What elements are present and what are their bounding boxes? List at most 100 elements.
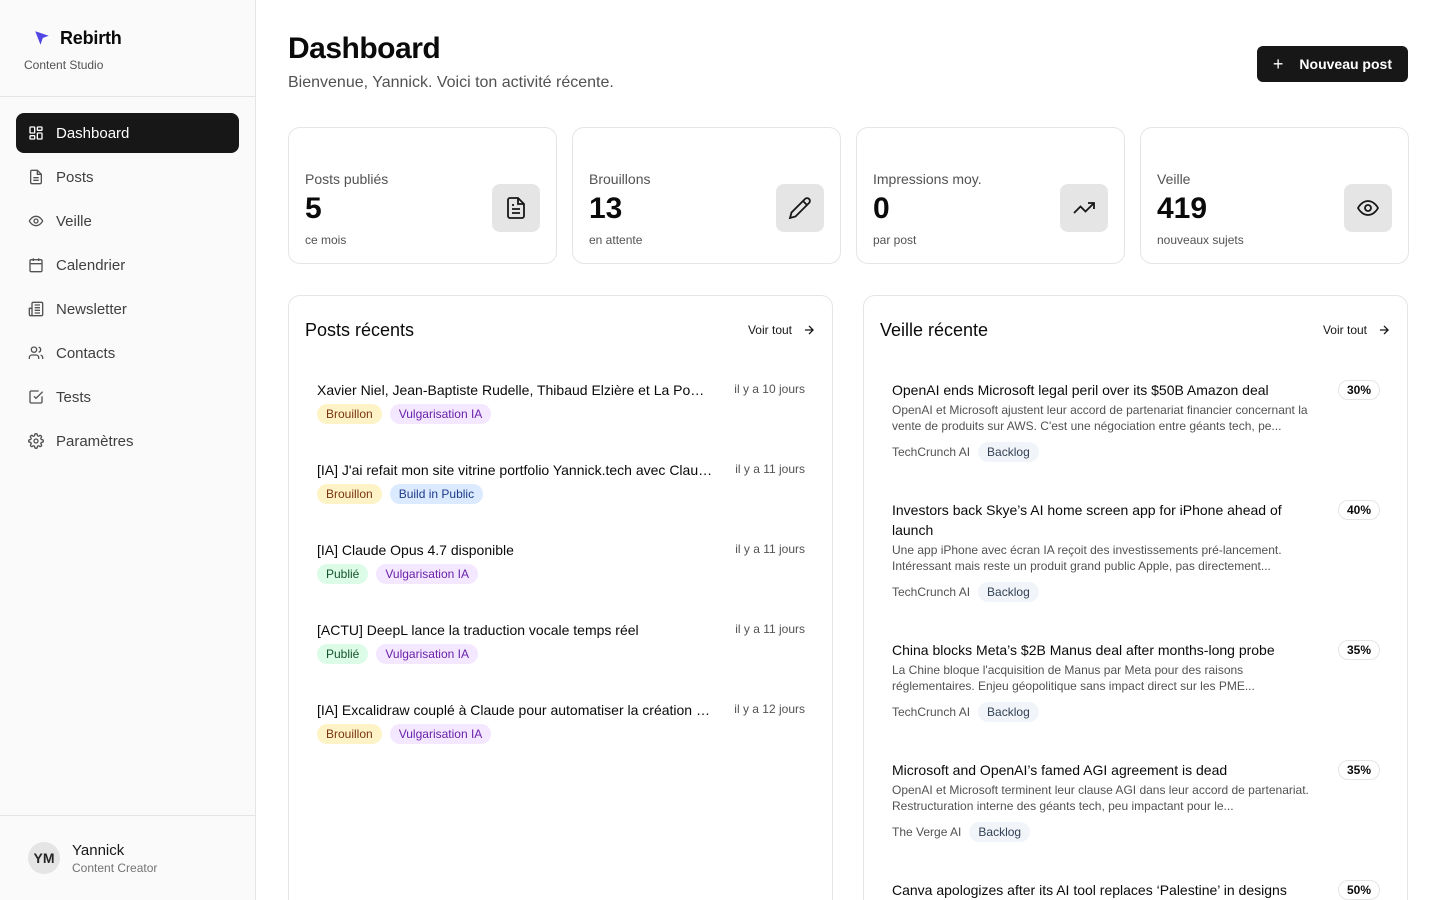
sidebar-item-label: Contacts bbox=[56, 344, 116, 362]
status-badge: Brouillon bbox=[317, 724, 382, 744]
sidebar-item-label: Calendrier bbox=[56, 256, 126, 274]
post-time: il y a 12 jours bbox=[734, 702, 805, 716]
arrow-right-icon bbox=[1379, 325, 1389, 335]
status-badge: Backlog bbox=[978, 442, 1039, 462]
new-post-label: Nouveau post bbox=[1299, 56, 1392, 72]
brand-name[interactable]: Rebirth bbox=[60, 28, 122, 49]
watch-title: Canva apologizes after its AI tool repla… bbox=[892, 882, 1287, 898]
page-title: Dashboard bbox=[288, 32, 441, 65]
watch-item[interactable]: OpenAI ends Microsoft legal peril over i… bbox=[892, 380, 1380, 462]
checkbox-icon bbox=[28, 389, 44, 405]
status-badge: Backlog bbox=[978, 582, 1039, 602]
sidebar-item-veille[interactable]: Veille bbox=[16, 201, 239, 241]
stat-value: 419 bbox=[1157, 192, 1208, 225]
stat-label: Brouillons bbox=[589, 171, 651, 187]
see-all-label: Voir tout bbox=[1322, 323, 1367, 337]
stat-card-veille: Veille 419 nouveaux sujets bbox=[1140, 127, 1409, 264]
watch-source: TechCrunch AI bbox=[892, 705, 971, 719]
stat-hint: ce mois bbox=[305, 233, 347, 247]
post-title: [ACTU] DeepL lance la traduction vocale … bbox=[317, 622, 639, 638]
watch-item[interactable]: Investors back Skye’s AI home screen app… bbox=[892, 500, 1380, 602]
stat-value: 13 bbox=[589, 192, 623, 225]
watch-source: The Verge AI bbox=[892, 825, 962, 839]
category-badge: Vulgarisation IA bbox=[376, 564, 478, 584]
post-time: il y a 11 jours bbox=[735, 542, 805, 556]
list-item[interactable]: [IA] Excalidraw couplé à Claude pour aut… bbox=[317, 700, 805, 760]
user-name: Yannick bbox=[72, 841, 125, 859]
page-subtitle: Bienvenue, Yannick. Voici ton activité r… bbox=[288, 74, 614, 91]
watch-item[interactable]: China blocks Meta’s $2B Manus deal after… bbox=[892, 640, 1380, 722]
brand: Rebirth Content Studio bbox=[0, 0, 255, 97]
pencil-icon bbox=[776, 184, 824, 232]
users-icon bbox=[28, 345, 44, 361]
panel-title: Posts récents bbox=[305, 319, 415, 340]
relevance-score-badge: 50% bbox=[1337, 880, 1380, 900]
plus-icon: + bbox=[1272, 54, 1284, 74]
sidebar-item-label: Veille bbox=[56, 212, 92, 230]
sidebar-item-dashboard[interactable]: Dashboard bbox=[16, 113, 239, 153]
stat-label: Veille bbox=[1157, 171, 1191, 187]
watch-description: OpenAI et Microsoft terminent leur claus… bbox=[892, 783, 1309, 813]
document-icon bbox=[28, 169, 44, 185]
sidebar-item-newsletter[interactable]: Newsletter bbox=[16, 289, 239, 329]
list-item[interactable]: [IA] J'ai refait mon site vitrine portfo… bbox=[317, 460, 805, 520]
stat-label: Impressions moy. bbox=[873, 171, 982, 187]
stat-card-published: Posts publiés 5 ce mois bbox=[288, 127, 557, 264]
relevance-score-badge: 35% bbox=[1337, 760, 1380, 780]
sidebar-nav: Dashboard Posts Veille Calendrier Newsle… bbox=[0, 97, 255, 461]
eye-icon bbox=[28, 213, 44, 229]
post-title: [IA] J'ai refait mon site vitrine portfo… bbox=[317, 462, 717, 478]
sidebar-item-parametres[interactable]: Paramètres bbox=[16, 421, 239, 461]
brand-subtitle: Content Studio bbox=[24, 58, 104, 72]
avatar: YM bbox=[28, 842, 60, 874]
sidebar-item-label: Dashboard bbox=[56, 124, 130, 142]
stats-row: Posts publiés 5 ce mois Brouillons 13 en… bbox=[288, 127, 1409, 264]
see-all-label: Voir tout bbox=[747, 323, 792, 337]
eye-icon bbox=[1344, 184, 1392, 232]
stat-value: 5 bbox=[305, 192, 322, 225]
post-title: [IA] Claude Opus 4.7 disponible bbox=[317, 542, 514, 558]
calendar-icon bbox=[28, 257, 44, 273]
watch-item[interactable]: Microsoft and OpenAI’s famed AGI agreeme… bbox=[892, 760, 1380, 842]
sidebar: Rebirth Content Studio Dashboard Posts V… bbox=[0, 0, 256, 900]
stat-card-impressions: Impressions moy. 0 par post bbox=[856, 127, 1125, 264]
sidebar-item-calendrier[interactable]: Calendrier bbox=[16, 245, 239, 285]
main-content: Dashboard Bienvenue, Yannick. Voici ton … bbox=[256, 0, 1440, 900]
sidebar-item-tests[interactable]: Tests bbox=[16, 377, 239, 417]
status-badge: Backlog bbox=[978, 702, 1039, 722]
category-badge: Build in Public bbox=[389, 484, 484, 504]
user-role: Content Creator bbox=[72, 860, 158, 875]
watch-title: China blocks Meta’s $2B Manus deal after… bbox=[892, 642, 1275, 658]
watch-source: TechCrunch AI bbox=[892, 445, 971, 459]
watch-title: Microsoft and OpenAI’s famed AGI agreeme… bbox=[892, 762, 1228, 778]
list-item[interactable]: [IA] Claude Opus 4.7 disponible il y a 1… bbox=[317, 540, 805, 600]
new-post-button[interactable]: + Nouveau post bbox=[1256, 46, 1408, 82]
see-all-posts-link[interactable]: Voir tout bbox=[748, 323, 816, 337]
stat-value: 0 bbox=[873, 192, 890, 225]
list-item[interactable]: [ACTU] DeepL lance la traduction vocale … bbox=[317, 620, 805, 680]
user-profile[interactable]: YM Yannick Content Creator bbox=[0, 815, 255, 900]
recent-posts-panel: Posts récents Voir tout Xavier Niel, Jea… bbox=[288, 295, 833, 900]
grid-icon bbox=[28, 125, 44, 141]
stat-hint: en attente bbox=[589, 233, 643, 247]
status-badge: Publié bbox=[317, 644, 369, 664]
sidebar-item-contacts[interactable]: Contacts bbox=[16, 333, 239, 373]
see-all-watch-link[interactable]: Voir tout bbox=[1323, 323, 1391, 337]
watch-description: OpenAI et Microsoft ajustent leur accord… bbox=[892, 403, 1308, 433]
post-time: il y a 11 jours bbox=[735, 462, 805, 476]
stat-hint: par post bbox=[873, 233, 917, 247]
post-time: il y a 11 jours bbox=[735, 622, 805, 636]
sidebar-item-label: Tests bbox=[56, 388, 92, 406]
list-item[interactable]: Xavier Niel, Jean-Baptiste Rudelle, Thib… bbox=[317, 380, 805, 440]
sidebar-item-posts[interactable]: Posts bbox=[16, 157, 239, 197]
category-badge: Vulgarisation IA bbox=[376, 644, 478, 664]
status-badge: Publié bbox=[317, 564, 369, 584]
sidebar-item-label: Posts bbox=[56, 168, 94, 186]
status-badge: Brouillon bbox=[317, 484, 382, 504]
newspaper-icon bbox=[28, 301, 44, 317]
watch-description: La Chine bloque l'acquisition de Manus p… bbox=[892, 663, 1255, 693]
trending-up-icon bbox=[1060, 184, 1108, 232]
watch-item[interactable]: Canva apologizes after its AI tool repla… bbox=[892, 880, 1380, 900]
category-badge: Vulgarisation IA bbox=[389, 724, 492, 744]
panel-title: Veille récente bbox=[880, 319, 989, 340]
